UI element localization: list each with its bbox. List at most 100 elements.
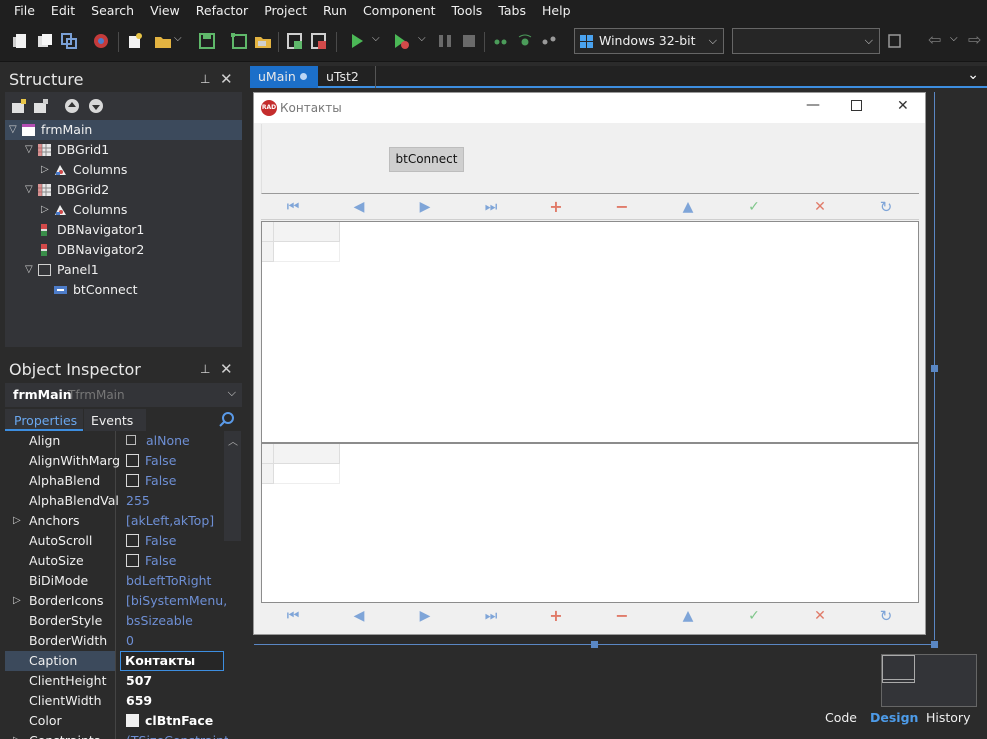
- checkbox[interactable]: [126, 474, 139, 487]
- tree-item-dbnavigator1[interactable]: DBNavigator1: [5, 220, 242, 240]
- property-value[interactable]: False: [126, 451, 228, 471]
- tab-umain[interactable]: uMain: [250, 66, 318, 88]
- object-selector[interactable]: frmMain TfrmMain ⌵: [5, 383, 242, 407]
- next-record-icon[interactable]: ▶: [418, 609, 432, 623]
- property-value[interactable]: 255: [126, 491, 228, 511]
- prior-record-icon[interactable]: ◀: [352, 609, 366, 623]
- refresh-record-icon[interactable]: ↻: [879, 609, 893, 624]
- chevron-right-icon[interactable]: ▷: [13, 731, 21, 739]
- property-row-clientheight[interactable]: ClientHeight 507: [5, 671, 242, 691]
- property-row-alphablend[interactable]: AlphaBlend False: [5, 471, 242, 491]
- menu-view[interactable]: View: [142, 0, 188, 22]
- property-row-caption[interactable]: Caption: [5, 651, 115, 671]
- tab-history[interactable]: History: [926, 708, 970, 728]
- property-value[interactable]: (TSizeConstraints): [126, 731, 228, 739]
- property-value[interactable]: False: [126, 531, 228, 551]
- run-without-debug-icon[interactable]: [392, 32, 410, 50]
- open-folder-2-icon[interactable]: [254, 32, 272, 50]
- tab-properties[interactable]: Properties: [5, 409, 83, 431]
- tree-item-columns[interactable]: ▷ Columns: [5, 160, 242, 180]
- edit-record-icon[interactable]: ▲: [681, 200, 695, 214]
- chevron-down-icon[interactable]: ⌵: [950, 33, 958, 44]
- property-row-alphablendvalue[interactable]: AlphaBlendValue 255: [5, 491, 242, 511]
- property-row-autosize[interactable]: AutoSize False: [5, 551, 242, 571]
- platform-select[interactable]: Windows 32-bit ⌵: [574, 28, 724, 54]
- menu-search[interactable]: Search: [83, 0, 142, 22]
- close-icon[interactable]: ✕: [220, 360, 233, 378]
- property-value[interactable]: alNone: [126, 431, 228, 451]
- tree-item-dbnavigator2[interactable]: DBNavigator2: [5, 240, 242, 260]
- menu-help[interactable]: Help: [534, 0, 579, 22]
- property-value[interactable]: 659: [126, 691, 228, 711]
- menu-tabs[interactable]: Tabs: [490, 0, 534, 22]
- chevron-right-icon[interactable]: ▷: [13, 591, 21, 611]
- copy-icon[interactable]: [60, 32, 78, 50]
- btconnect-button[interactable]: btConnect: [389, 147, 464, 172]
- grid-data-cell[interactable]: [274, 242, 340, 262]
- form-frmmain[interactable]: RAD Контакты — ✕ btConnect ⏮ ◀ ▶ ⏭ + − ▲…: [253, 92, 926, 635]
- save-all-icon[interactable]: [230, 32, 248, 50]
- add-file-icon[interactable]: [286, 32, 304, 50]
- property-row-bidimode[interactable]: BiDiMode bdLeftToRight: [5, 571, 242, 591]
- menu-refactor[interactable]: Refactor: [188, 0, 256, 22]
- property-row-anchors[interactable]: ▷ Anchors [akLeft,akTop]: [5, 511, 242, 531]
- chevron-down-icon[interactable]: ⌵: [372, 33, 380, 44]
- cancel-record-icon[interactable]: ✕: [813, 609, 827, 623]
- form-preview-thumbnail[interactable]: [881, 654, 977, 707]
- tab-design[interactable]: Design: [870, 708, 918, 728]
- tree-item-dbgrid2[interactable]: ▽ DBGrid2: [5, 180, 242, 200]
- run-to-cursor-icon[interactable]: [540, 32, 558, 50]
- forward-icon[interactable]: ⇨: [968, 30, 981, 49]
- tree-item-columns[interactable]: ▷ Columns: [5, 200, 242, 220]
- add-component-icon[interactable]: [11, 98, 27, 114]
- chevron-down-icon[interactable]: ▽: [25, 180, 33, 200]
- checkbox[interactable]: [126, 554, 139, 567]
- new-item-icon[interactable]: [126, 32, 144, 50]
- menu-edit[interactable]: Edit: [43, 0, 83, 22]
- move-down-icon[interactable]: [88, 98, 104, 114]
- menu-component[interactable]: Component: [355, 0, 444, 22]
- chevron-down-icon[interactable]: ⌵: [174, 33, 182, 44]
- search-icon[interactable]: [219, 412, 235, 428]
- remove-file-icon[interactable]: [310, 32, 328, 50]
- prior-record-icon[interactable]: ◀: [352, 200, 366, 214]
- grid-data-cell[interactable]: [274, 464, 340, 484]
- trace-into-icon[interactable]: [516, 32, 534, 50]
- caption-edit-field[interactable]: Контакты: [120, 651, 224, 671]
- property-row-borderstyle[interactable]: BorderStyle bsSizeable: [5, 611, 242, 631]
- pin-icon[interactable]: ⊥: [200, 362, 210, 376]
- post-record-icon[interactable]: ✓: [747, 200, 761, 214]
- dbgrid2[interactable]: [261, 443, 919, 603]
- tab-utst2[interactable]: uTst2: [318, 66, 376, 88]
- post-record-icon[interactable]: ✓: [747, 609, 761, 623]
- property-value[interactable]: bsSizeable: [126, 611, 228, 631]
- property-row-clientwidth[interactable]: ClientWidth 659: [5, 691, 242, 711]
- chevron-down-icon[interactable]: ▽: [9, 120, 17, 140]
- menu-file[interactable]: File: [6, 0, 43, 22]
- property-row-align[interactable]: Align alNone: [5, 431, 242, 451]
- dbnavigator2[interactable]: ⏮ ◀ ▶ ⏭ + − ▲ ✓ ✕ ↻: [261, 604, 919, 629]
- chevron-right-icon[interactable]: ▷: [41, 200, 49, 220]
- menu-tools[interactable]: Tools: [444, 0, 491, 22]
- property-row-borderwidth[interactable]: BorderWidth 0: [5, 631, 242, 651]
- chevron-down-icon[interactable]: ⌄: [967, 67, 979, 83]
- first-record-icon[interactable]: ⏮: [286, 200, 300, 214]
- last-record-icon[interactable]: ⏭: [484, 609, 498, 623]
- property-row-constraints[interactable]: ▷ Constraints (TSizeConstraints): [5, 731, 242, 739]
- property-row-color[interactable]: Color clBtnFace: [5, 711, 242, 731]
- menu-run[interactable]: Run: [315, 0, 355, 22]
- open-folder-icon[interactable]: [154, 32, 172, 50]
- property-row-bordericons[interactable]: ▷ BorderIcons [biSystemMenu,biMinimize,b…: [5, 591, 242, 611]
- property-value[interactable]: clBtnFace: [126, 711, 228, 731]
- tree-item-btconnect[interactable]: btConnect: [5, 280, 242, 300]
- refresh-record-icon[interactable]: ↻: [879, 200, 893, 215]
- resize-handle[interactable]: [931, 365, 938, 372]
- delete-record-icon[interactable]: −: [615, 608, 629, 624]
- tree-item-dbgrid1[interactable]: ▽ DBGrid1: [5, 140, 242, 160]
- chevron-down-icon[interactable]: ▽: [25, 140, 33, 160]
- component-icon[interactable]: [92, 32, 110, 50]
- checkbox[interactable]: [126, 534, 139, 547]
- property-value[interactable]: False: [126, 551, 228, 571]
- chevron-right-icon[interactable]: ▷: [13, 511, 21, 531]
- move-up-icon[interactable]: [64, 98, 80, 114]
